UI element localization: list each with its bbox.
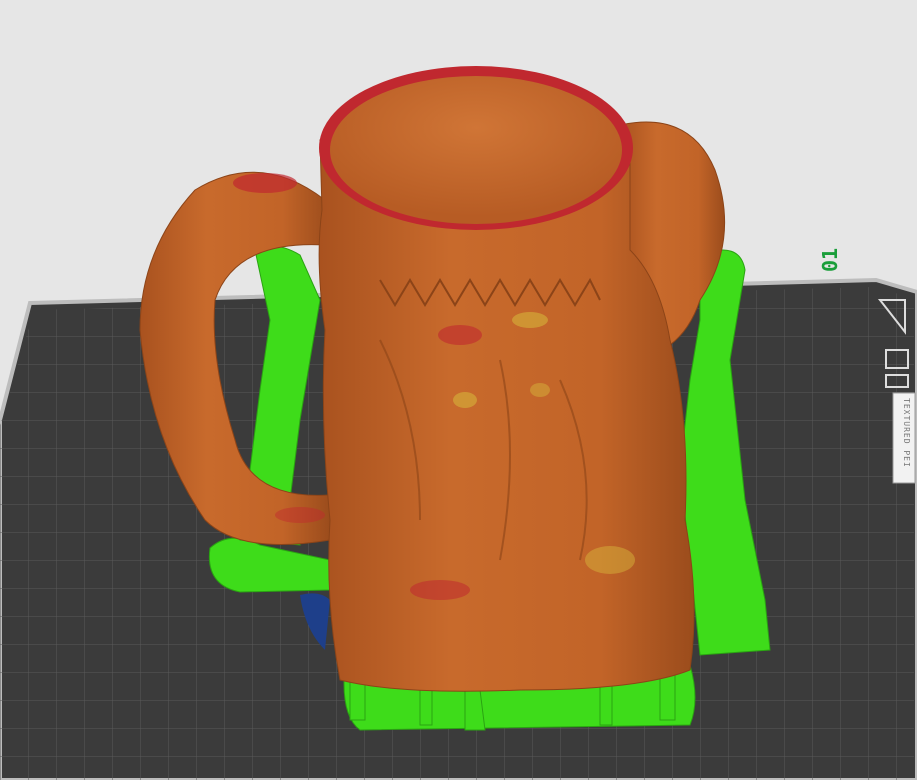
mug-opening — [330, 76, 622, 224]
3d-viewport[interactable] — [0, 0, 917, 780]
plate-type-label: TEXTURED PEI — [902, 398, 911, 468]
plate-number-label: 01 — [818, 247, 843, 273]
